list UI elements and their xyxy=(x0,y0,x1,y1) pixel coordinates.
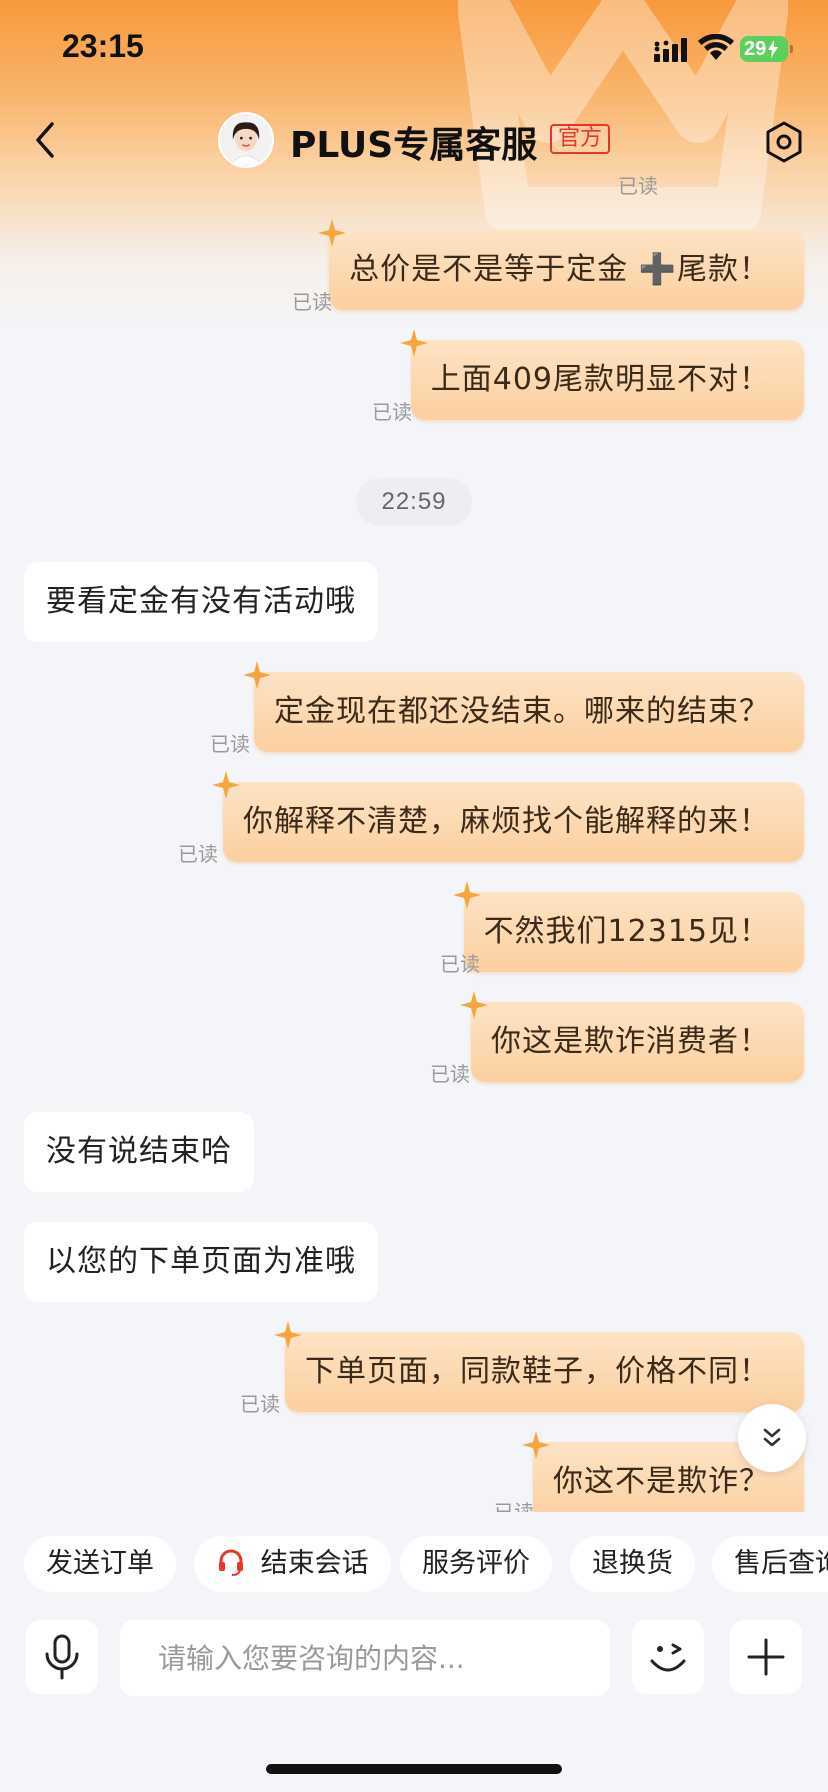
charging-bolt-icon xyxy=(768,40,779,58)
star-icon xyxy=(460,991,488,1019)
message-text: 你解释不清楚，麻烦找个能解释的来！ xyxy=(243,804,770,839)
message-text: 不然我们12315见！ xyxy=(483,914,770,949)
scroll-to-bottom-button[interactable] xyxy=(738,1404,806,1472)
outgoing-message[interactable]: 你解释不清楚，麻烦找个能解释的来！ xyxy=(212,771,804,862)
chip-after-sales-query[interactable]: 售后查询 xyxy=(712,1536,828,1592)
page-title: PLUS专属客服 xyxy=(290,125,538,166)
star-icon xyxy=(243,661,271,689)
plus-icon xyxy=(747,1638,785,1676)
input-bar xyxy=(0,1620,828,1700)
read-receipt: 已读 xyxy=(494,1500,534,1512)
outgoing-message[interactable]: 上面409尾款明显不对！ xyxy=(399,329,804,420)
outgoing-message[interactable]: 定金现在都还没结束。哪来的结束？ xyxy=(243,661,804,752)
quick-action-bar: 发送订单 结束会话 服务评价 退换货 售后查询 xyxy=(0,1536,828,1598)
message-text: 总价是不是等于定金 ➕尾款！ xyxy=(349,252,770,287)
message-text: 要看定金有没有活动哦 xyxy=(46,584,356,619)
status-time: 23:15 xyxy=(62,28,144,64)
microphone-icon xyxy=(45,1634,79,1680)
emoji-button[interactable] xyxy=(632,1620,704,1694)
outgoing-message[interactable]: 你这是欺诈消费者！ xyxy=(460,991,804,1082)
chip-return-exchange[interactable]: 退换货 xyxy=(570,1536,695,1592)
agent-avatar-image xyxy=(220,114,272,166)
wink-face-icon xyxy=(650,1643,686,1672)
star-icon xyxy=(522,1431,550,1459)
read-receipt: 已读 xyxy=(430,1062,470,1086)
message-text: 你这不是欺诈？ xyxy=(553,1464,770,1499)
chip-service-rating[interactable]: 服务评价 xyxy=(400,1536,552,1592)
chip-label: 结束会话 xyxy=(260,1548,369,1579)
official-badge: 官方 xyxy=(550,124,611,154)
timestamp-chip: 22:59 xyxy=(356,478,472,526)
battery-level: 29 xyxy=(744,37,767,60)
message-text: 你这是欺诈消费者！ xyxy=(491,1024,770,1059)
outgoing-message[interactable]: 不然我们12315见！ xyxy=(452,881,804,972)
incoming-message[interactable]: 没有说结束哈 xyxy=(24,1112,254,1192)
chip-label: 退换货 xyxy=(592,1548,673,1579)
message-text: 定金现在都还没结束。哪来的结束？ xyxy=(274,694,770,729)
read-receipt: 已读 xyxy=(440,952,480,976)
outgoing-message[interactable]: 总价是不是等于定金 ➕尾款！ xyxy=(318,219,804,310)
double-chevron-down-icon xyxy=(763,1428,781,1447)
message-text: 上面409尾款明显不对！ xyxy=(430,362,770,397)
message-input[interactable] xyxy=(120,1620,610,1696)
read-receipt: 已读 xyxy=(178,842,218,866)
chip-end-session[interactable]: 结束会话 xyxy=(194,1536,391,1592)
message-text: 下单页面，同款鞋子，价格不同！ xyxy=(305,1354,770,1389)
read-receipt: 已读 xyxy=(372,400,412,424)
more-actions-button[interactable] xyxy=(730,1620,802,1694)
status-bar: 23:15 29 xyxy=(0,0,828,100)
chip-label: 发送订单 xyxy=(46,1548,154,1579)
voice-input-button[interactable] xyxy=(26,1620,98,1694)
message-text: 没有说结束哈 xyxy=(46,1134,232,1169)
read-receipt: 已读 xyxy=(240,1392,280,1416)
chip-send-order[interactable]: 发送订单 xyxy=(24,1536,176,1592)
headset-icon xyxy=(219,1549,243,1576)
cellular-signal-icon xyxy=(654,38,687,62)
star-icon xyxy=(212,771,240,799)
star-icon xyxy=(318,219,347,247)
star-icon xyxy=(399,329,428,357)
message-text: 以您的下单页面为准哦 xyxy=(46,1244,356,1279)
back-chevron-icon[interactable] xyxy=(28,116,64,164)
home-indicator[interactable] xyxy=(266,1764,562,1774)
star-icon xyxy=(452,881,481,909)
star-icon xyxy=(274,1321,302,1349)
battery-indicator: 29 xyxy=(740,36,793,62)
agent-avatar[interactable] xyxy=(218,112,274,168)
chip-label: 服务评价 xyxy=(422,1548,530,1579)
wifi-icon xyxy=(698,34,734,60)
chip-label: 售后查询 xyxy=(734,1548,828,1579)
outgoing-message[interactable]: 下单页面，同款鞋子，价格不同！ xyxy=(274,1321,804,1412)
incoming-message[interactable]: 要看定金有没有活动哦 xyxy=(24,562,378,642)
incoming-message[interactable]: 以您的下单页面为准哦 xyxy=(24,1222,378,1302)
read-receipt: 已读 xyxy=(292,290,332,314)
read-receipt: 已读 xyxy=(618,174,658,198)
read-receipt: 已读 xyxy=(210,732,250,756)
chat-message-list[interactable]: 已读 总价是不是等于定金 ➕尾款！ 已读 上面409尾款明显不对！ 已读 22:… xyxy=(0,172,828,1512)
settings-hexagon-icon[interactable] xyxy=(764,120,804,164)
